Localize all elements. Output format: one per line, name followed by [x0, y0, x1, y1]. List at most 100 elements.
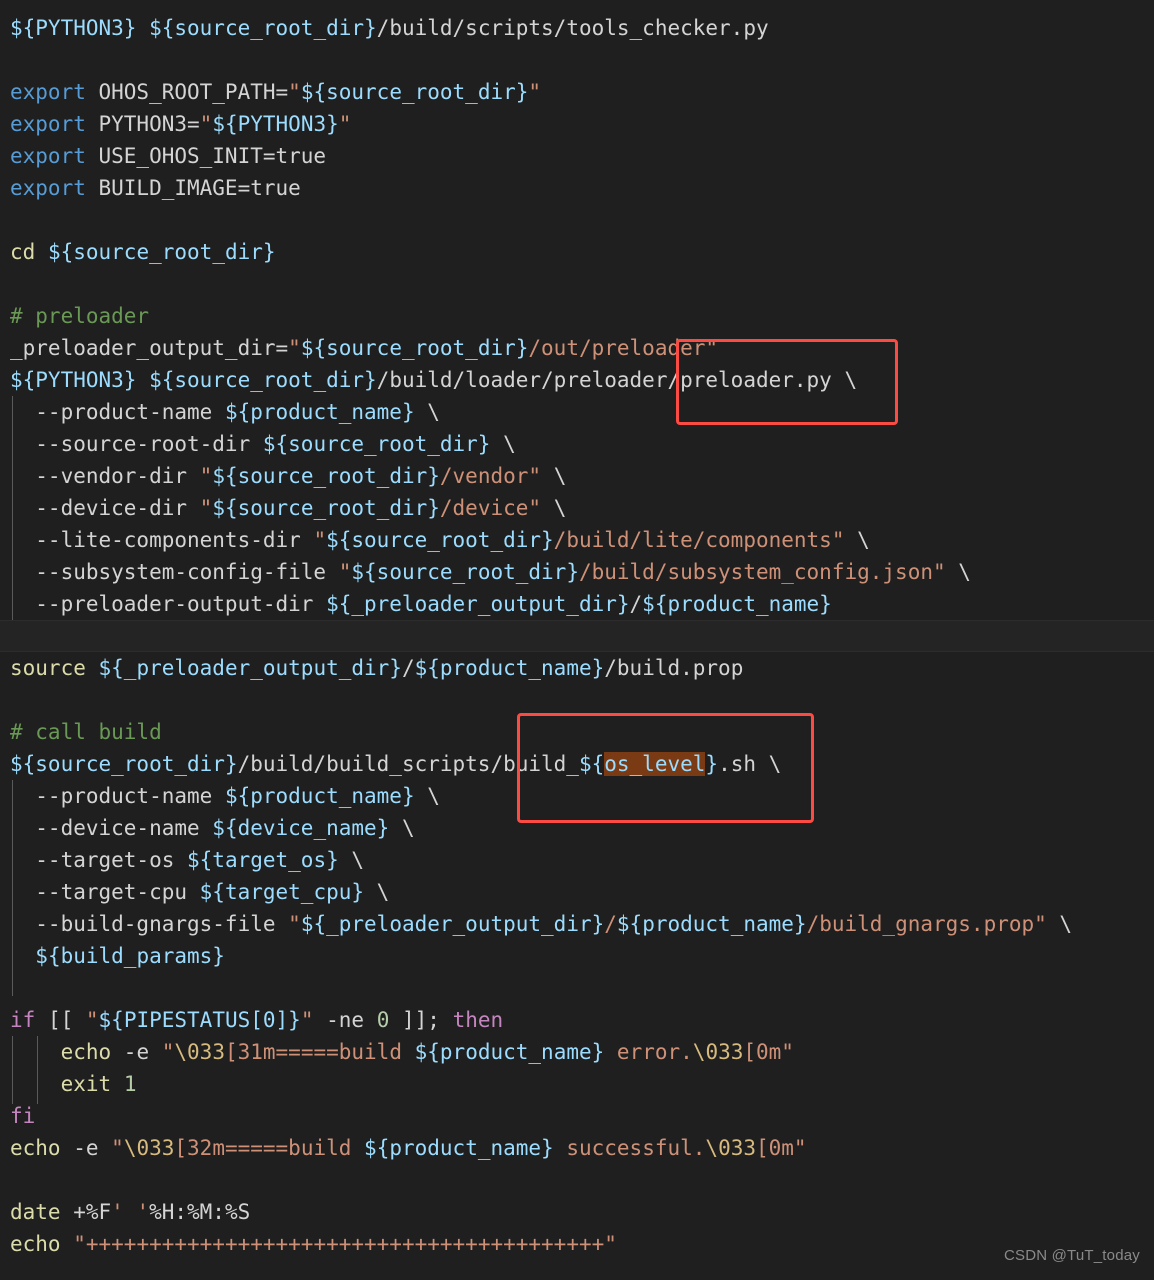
token-variable: ${target_os}	[187, 848, 339, 872]
token-variable: ${source_root_dir}	[212, 496, 440, 520]
code-line[interactable]: --build-gnargs-file "${_preloader_output…	[0, 908, 1154, 940]
token-comment: # preloader	[10, 304, 150, 328]
token-variable: ${source_root_dir}	[326, 528, 554, 552]
token-variable: ${source_root_dir}	[300, 80, 529, 104]
token-keyword: export	[10, 112, 86, 136]
token-string: /build/lite/components"	[553, 528, 845, 552]
token-string: "+++++++++++++++++++++++++++++++++++++++…	[73, 1232, 617, 1256]
token-comment: # call build	[10, 720, 162, 744]
token-selection[interactable]: os_level	[604, 752, 706, 776]
token-command: cd	[10, 240, 36, 264]
code-line[interactable]: ${source_root_dir}/build/build_scripts/b…	[0, 748, 1154, 780]
token-variable: ${product_name}	[616, 912, 807, 936]
code-line-blank[interactable]	[0, 268, 1154, 300]
code-line[interactable]: source ${_preloader_output_dir}/${produc…	[0, 652, 1154, 684]
code-line[interactable]: --preloader-output-dir ${_preloader_outp…	[0, 588, 1154, 620]
code-line[interactable]: --device-name ${device_name} \	[0, 812, 1154, 844]
token-variable: ${source_root_dir}	[149, 16, 377, 40]
code-line[interactable]: _preloader_output_dir="${source_root_dir…	[0, 332, 1154, 364]
token-variable: ${source_root_dir}	[351, 560, 579, 584]
token-command: exit	[60, 1072, 112, 1096]
token-path: /build/loader/preloader/preloader.py \	[376, 368, 858, 392]
token-variable: ${source_root_dir}	[300, 336, 529, 360]
code-line[interactable]: export BUILD_IMAGE=true	[0, 172, 1154, 204]
code-line[interactable]: echo "++++++++++++++++++++++++++++++++++…	[0, 1228, 1154, 1260]
token-variable: ${product_name}	[642, 592, 832, 616]
token-variable: ${product_name}	[224, 400, 415, 424]
code-line[interactable]: # preloader	[0, 300, 1154, 332]
token-variable: ${product_name}	[414, 1040, 605, 1064]
token-command: echo	[60, 1040, 112, 1064]
code-line[interactable]: --target-os ${target_os} \	[0, 844, 1154, 876]
token-number: 0	[376, 1008, 390, 1032]
token-variable: ${_preloader_output_dir}	[326, 592, 630, 616]
token-string: "	[85, 1008, 99, 1032]
code-line-blank[interactable]	[0, 204, 1154, 236]
token-string: /build/subsystem_config.json"	[578, 560, 946, 584]
code-line[interactable]: fi	[0, 1100, 1154, 1132]
token-variable: ${product_name}	[364, 1136, 554, 1160]
token-string: "	[338, 560, 352, 584]
code-line[interactable]: cd ${source_root_dir}	[0, 236, 1154, 268]
token-string: "	[161, 1040, 175, 1064]
token-variable: ${build_params}	[35, 944, 225, 968]
token-string: "	[338, 112, 352, 136]
token-variable: ${product_name}	[224, 784, 415, 808]
token-string: "	[199, 496, 213, 520]
token-escape: \033	[123, 1136, 175, 1160]
token-string: /device"	[439, 496, 542, 520]
token-string: [32m=====build	[174, 1136, 365, 1160]
token-control: then	[452, 1008, 504, 1032]
token-string: [0m"	[756, 1136, 807, 1160]
code-line[interactable]: export PYTHON3="${PYTHON3}"	[0, 108, 1154, 140]
token-string: "	[111, 1136, 124, 1160]
token-variable: ${_preloader_output_dir}	[98, 656, 402, 680]
token-escape: \033	[692, 1040, 744, 1064]
code-line[interactable]: --source-root-dir ${source_root_dir} \	[0, 428, 1154, 460]
token-string: "	[528, 80, 542, 104]
code-line[interactable]: exit 1	[0, 1068, 1154, 1100]
token-variable: ${PYTHON3}	[212, 112, 339, 136]
code-line[interactable]: ${PYTHON3} ${source_root_dir}/build/scri…	[0, 12, 1154, 44]
code-line[interactable]: --device-dir "${source_root_dir}/device"…	[0, 492, 1154, 524]
token-variable: ${PYTHON3}	[10, 16, 137, 40]
token-variable: ${source_root_dir}	[262, 432, 491, 456]
token-string: "	[288, 80, 301, 104]
token-number: 1	[123, 1072, 137, 1096]
token-variable: }	[705, 752, 719, 776]
code-line[interactable]: # call build	[0, 716, 1154, 748]
code-line[interactable]: export OHOS_ROOT_PATH="${source_root_dir…	[0, 76, 1154, 108]
token-escape: \033	[174, 1040, 225, 1064]
code-line-blank[interactable]	[0, 1164, 1154, 1196]
code-line[interactable]: --product-name ${product_name} \	[0, 780, 1154, 812]
token-path: /build/scripts/tools_checker.py	[376, 16, 769, 40]
code-line-blank[interactable]	[0, 684, 1154, 716]
code-line[interactable]: --product-name ${product_name} \	[0, 396, 1154, 428]
code-line-blank[interactable]	[0, 44, 1154, 76]
token-variable: ${_preloader_output_dir}	[300, 912, 605, 936]
token-escape: \033	[705, 1136, 756, 1160]
code-line[interactable]: ${build_params}	[0, 940, 1154, 972]
token-keyword: export	[10, 144, 86, 168]
code-line[interactable]: if [[ "${PIPESTATUS[0]}" -ne 0 ]]; then	[0, 1004, 1154, 1036]
token-variable: ${source_root_dir}	[212, 464, 440, 488]
token-string: [31m=====build	[224, 1040, 415, 1064]
code-line-current[interactable]	[0, 620, 1154, 652]
code-line[interactable]: ${PYTHON3} ${source_root_dir}/build/load…	[0, 364, 1154, 396]
token-string: error.	[604, 1040, 693, 1064]
code-line[interactable]: echo -e "\033[32m=====build ${product_na…	[0, 1132, 1154, 1164]
code-line[interactable]: date +%F' '%H:%M:%S	[0, 1196, 1154, 1228]
code-line[interactable]: echo -e "\033[31m=====build ${product_na…	[0, 1036, 1154, 1068]
code-line[interactable]: export USE_OHOS_INIT=true	[0, 140, 1154, 172]
token-variable: ${PIPESTATUS[0]}	[98, 1008, 301, 1032]
code-lines[interactable]: ${PYTHON3} ${source_root_dir}/build/scri…	[0, 12, 1154, 1260]
code-line[interactable]: --lite-components-dir "${source_root_dir…	[0, 524, 1154, 556]
token-variable: ${target_cpu}	[199, 880, 365, 904]
token-string: /vendor"	[439, 464, 542, 488]
code-line[interactable]: --vendor-dir "${source_root_dir}/vendor"…	[0, 460, 1154, 492]
token-variable: ${product_name}	[414, 656, 605, 680]
code-editor[interactable]: ${PYTHON3} ${source_root_dir}/build/scri…	[0, 0, 1154, 1280]
code-line[interactable]: --subsystem-config-file "${source_root_d…	[0, 556, 1154, 588]
code-line-blank[interactable]	[0, 972, 1154, 1004]
code-line[interactable]: --target-cpu ${target_cpu} \	[0, 876, 1154, 908]
